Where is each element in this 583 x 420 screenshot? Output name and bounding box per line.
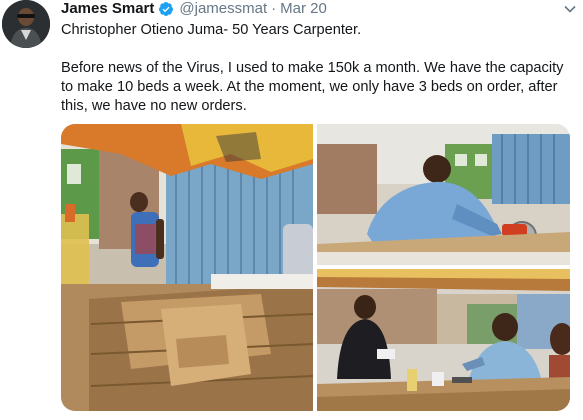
- tweet-text-line: to make 10 beds a week. At the moment, w…: [61, 79, 558, 95]
- timestamp[interactable]: Mar 20: [280, 0, 327, 18]
- photo-workshop-planks[interactable]: [61, 124, 313, 411]
- avatar-image: [2, 0, 50, 48]
- tweet-text-line: this, we have no new orders.: [61, 98, 247, 114]
- tweet-text-line: Before news of the Virus, I used to make…: [61, 60, 564, 76]
- tweet-text-title: Christopher Otieno Juma- 50 Years Carpen…: [61, 22, 362, 38]
- display-name[interactable]: James Smart: [61, 0, 154, 18]
- tweet-text: Christopher Otieno Juma- 50 Years Carpen…: [61, 21, 581, 116]
- separator-dot: ·: [271, 0, 277, 17]
- chevron-down-icon[interactable]: [563, 2, 577, 16]
- photo-carpenter-saw[interactable]: [317, 124, 570, 265]
- avatar[interactable]: [2, 0, 50, 48]
- verified-badge-icon: [158, 1, 174, 17]
- tweet-header: James Smart @jamessmat · Mar 20: [61, 0, 327, 18]
- media-grid: [61, 124, 570, 411]
- photo-workbench-meeting[interactable]: [317, 269, 570, 411]
- tweet: James Smart @jamessmat · Mar 20 Christop…: [0, 0, 583, 420]
- user-handle[interactable]: @jamessmat: [179, 0, 267, 18]
